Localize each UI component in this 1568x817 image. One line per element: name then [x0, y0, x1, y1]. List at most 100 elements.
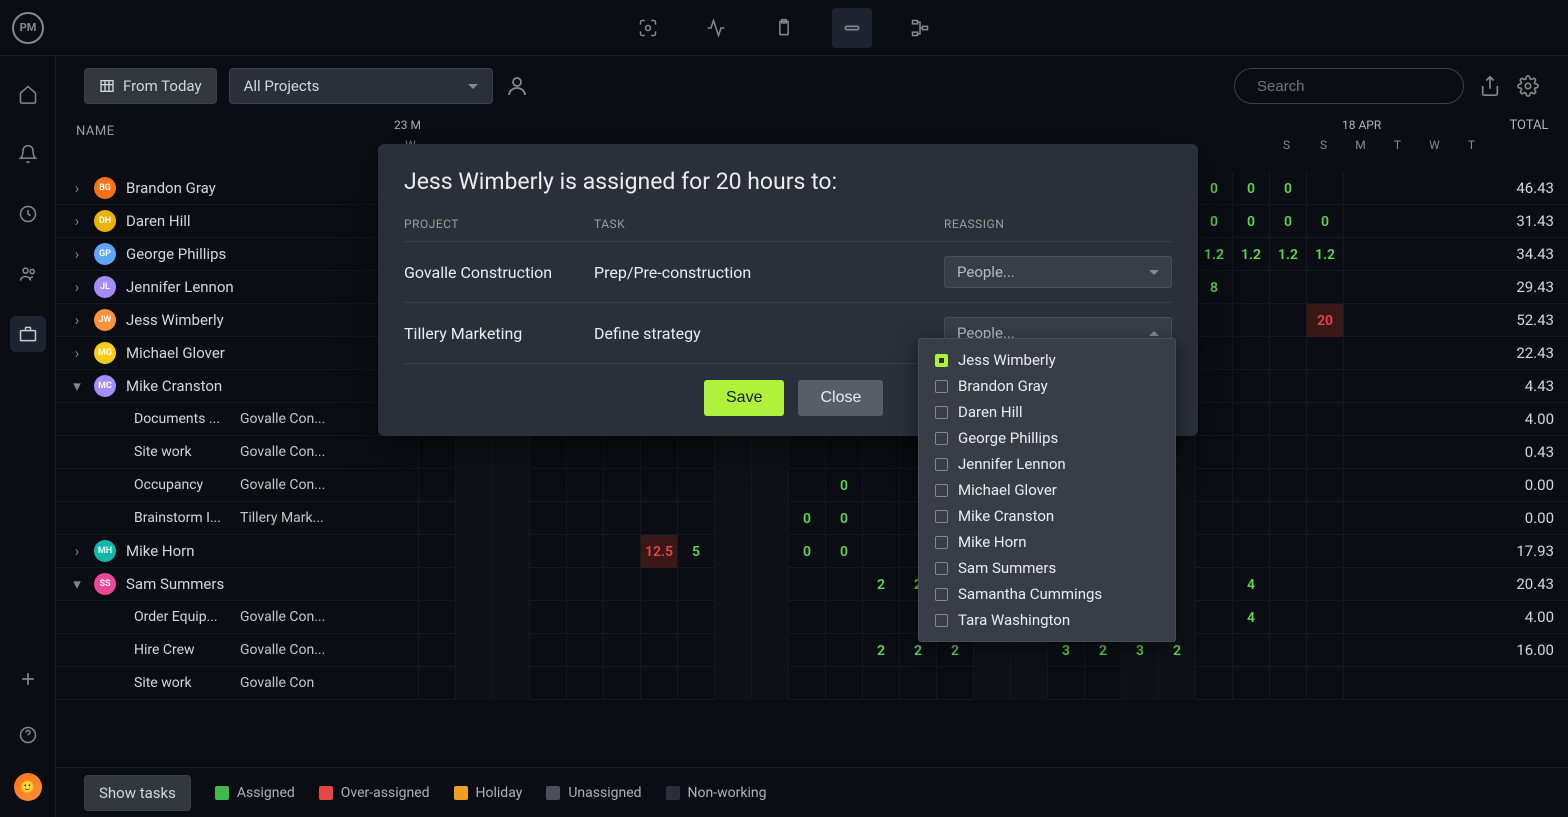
timeline-cell[interactable] [493, 634, 530, 667]
checkbox[interactable] [935, 510, 948, 523]
timeline-cell[interactable] [493, 535, 530, 568]
timeline-cell[interactable] [752, 535, 789, 568]
timeline-cell[interactable] [789, 634, 826, 667]
timeline-cell[interactable] [1196, 403, 1233, 436]
timeline-cell[interactable] [604, 436, 641, 469]
timeline-cell[interactable] [1270, 535, 1307, 568]
timeline-cell[interactable]: 12.5 [641, 535, 678, 568]
timeline-cell[interactable] [678, 667, 715, 700]
timeline-cell[interactable] [678, 502, 715, 535]
timeline-cell[interactable] [456, 436, 493, 469]
timeline-cell[interactable] [789, 568, 826, 601]
timeline-cell[interactable] [382, 667, 419, 700]
timeline-cell[interactable]: 8 [1196, 271, 1233, 304]
timeline-cell[interactable] [1307, 370, 1344, 403]
task-row[interactable]: Site work Govalle Con... [56, 436, 382, 469]
timeline-cell[interactable] [1085, 667, 1122, 700]
timeline-cell[interactable] [419, 601, 456, 634]
timeline-cell[interactable] [1233, 535, 1270, 568]
dropdown-item[interactable]: Samantha Cummings [919, 581, 1175, 607]
timeline-cell[interactable] [493, 667, 530, 700]
timeline-cell[interactable] [1122, 667, 1159, 700]
timeline-cell[interactable] [1233, 403, 1270, 436]
timeline-cell[interactable] [715, 436, 752, 469]
timeline-cell[interactable]: 1.2 [1196, 238, 1233, 271]
timeline-cell[interactable] [419, 667, 456, 700]
dropdown-item[interactable]: Tara Washington [919, 607, 1175, 633]
projects-dropdown[interactable]: All Projects [229, 68, 493, 104]
task-row[interactable]: Order Equip... Govalle Con... [56, 601, 382, 634]
timeline-cell[interactable]: 0 [1307, 205, 1344, 238]
timeline-cell[interactable] [715, 634, 752, 667]
timeline-cell[interactable] [1307, 568, 1344, 601]
dropdown-item[interactable]: Brandon Gray [919, 373, 1175, 399]
timeline-cell[interactable] [1307, 634, 1344, 667]
timeline-cell[interactable] [604, 568, 641, 601]
timeline-cell[interactable] [1011, 667, 1048, 700]
timeline-cell[interactable] [641, 469, 678, 502]
person-row[interactable]: › DH Daren Hill [56, 205, 382, 238]
timeline-cell[interactable] [456, 634, 493, 667]
checkbox[interactable] [935, 484, 948, 497]
timeline-cell[interactable] [641, 502, 678, 535]
timeline-cell[interactable] [1196, 568, 1233, 601]
timeline-cell[interactable] [382, 502, 419, 535]
timeline-cell[interactable] [604, 535, 641, 568]
timeline-cell[interactable]: 4 [1233, 601, 1270, 634]
view-button[interactable]: From Today [84, 68, 217, 104]
timeline-cell[interactable] [678, 568, 715, 601]
timeline-cell[interactable] [530, 535, 567, 568]
timeline-cell[interactable] [863, 502, 900, 535]
timeline-cell[interactable] [863, 436, 900, 469]
timeline-cell[interactable] [456, 502, 493, 535]
timeline-cell[interactable] [1270, 601, 1307, 634]
timeline-cell[interactable] [1233, 271, 1270, 304]
dropdown-item[interactable]: Daren Hill [919, 399, 1175, 425]
timeline-cell[interactable] [604, 634, 641, 667]
timeline-cell[interactable]: 0 [789, 535, 826, 568]
timeline-cell[interactable] [1233, 304, 1270, 337]
timeline-cell[interactable] [1233, 502, 1270, 535]
timeline-cell[interactable] [604, 601, 641, 634]
timeline-cell[interactable] [1307, 436, 1344, 469]
chevron-icon[interactable]: › [70, 181, 84, 195]
timeline-cell[interactable] [1196, 304, 1233, 337]
timeline-cell[interactable]: 0 [826, 469, 863, 502]
timeline-cell[interactable] [1270, 502, 1307, 535]
timeline-cell[interactable] [641, 601, 678, 634]
timeline-cell[interactable] [715, 601, 752, 634]
timeline-cell[interactable] [1196, 502, 1233, 535]
timeline-cell[interactable]: 0 [1196, 205, 1233, 238]
scan-icon[interactable] [628, 8, 668, 48]
timeline-cell[interactable] [1233, 469, 1270, 502]
dropdown-item[interactable]: George Phillips [919, 425, 1175, 451]
timeline-cell[interactable] [456, 469, 493, 502]
timeline-cell[interactable] [456, 568, 493, 601]
activity-icon[interactable] [696, 8, 736, 48]
timeline-cell[interactable] [715, 568, 752, 601]
task-row[interactable]: Documents ... Govalle Con... [56, 403, 382, 436]
task-row[interactable]: Occupancy Govalle Con... [56, 469, 382, 502]
timeline-cell[interactable] [493, 469, 530, 502]
timeline-cell[interactable]: 0 [1270, 172, 1307, 205]
timeline-cell[interactable] [715, 667, 752, 700]
timeline-cell[interactable] [641, 667, 678, 700]
chevron-icon[interactable]: › [70, 280, 84, 294]
people-select[interactable]: People... [944, 256, 1172, 288]
timeline-cell[interactable] [382, 634, 419, 667]
timeline-cell[interactable] [715, 502, 752, 535]
people-dropdown[interactable]: Jess WimberlyBrandon GrayDaren HillGeorg… [918, 338, 1176, 642]
clock-icon[interactable] [10, 196, 46, 232]
timeline-cell[interactable] [826, 634, 863, 667]
timeline-cell[interactable] [863, 601, 900, 634]
timeline-cell[interactable] [789, 469, 826, 502]
user-avatar[interactable]: 🙂 [14, 773, 42, 801]
timeline-cell[interactable] [1307, 337, 1344, 370]
timeline-cell[interactable] [1270, 271, 1307, 304]
timeline-cell[interactable]: 0 [1233, 205, 1270, 238]
timeline-cell[interactable] [752, 568, 789, 601]
timeline-cell[interactable] [789, 601, 826, 634]
timeline-cell[interactable] [1233, 436, 1270, 469]
checkbox[interactable] [935, 536, 948, 549]
timeline-cell[interactable] [382, 568, 419, 601]
